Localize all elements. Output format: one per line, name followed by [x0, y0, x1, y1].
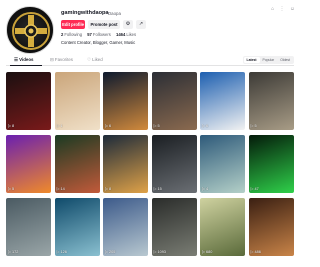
view-count: ▷ 15 — [153, 187, 162, 191]
tab-videos[interactable]: ☰ Videos — [14, 57, 34, 63]
video-thumbnail[interactable]: ▷ 6 — [103, 72, 148, 130]
view-count: ▷ 5 — [250, 124, 257, 128]
favorites-tab-icon: ⊟ — [50, 57, 54, 62]
profile-icon[interactable]: ☺ — [290, 6, 295, 12]
view-count: ▷ 4 — [202, 187, 209, 191]
liked-tab-icon: ♡ — [87, 57, 91, 62]
view-count: ▷ 8 — [105, 187, 112, 191]
view-count: ▷ 205 — [105, 250, 116, 254]
settings-icon[interactable]: ⚙ — [123, 20, 133, 29]
video-thumbnail[interactable]: ▷ 8 — [6, 72, 51, 130]
view-count: ▷ 486 — [250, 250, 261, 254]
video-thumbnail[interactable]: ▷ 486 — [248, 198, 294, 256]
promote-post-button[interactable]: Promote post — [88, 20, 120, 29]
following-stat[interactable]: 2Following — [61, 32, 82, 37]
view-count: ▷ 5 — [8, 187, 15, 191]
view-count: ▷ 126 — [56, 250, 67, 254]
home-icon[interactable]: ⌂ — [271, 6, 274, 12]
video-thumbnail[interactable]: ▷ 15 — [151, 135, 197, 193]
profile-stats: 2Following 57Followers 1464Likes — [61, 32, 140, 37]
video-thumbnail[interactable]: ▷ 205 — [103, 198, 148, 256]
view-count: ▷ 1093 — [153, 250, 166, 254]
video-thumbnail[interactable]: ▷ 5 — [6, 135, 51, 193]
video-thumbnail[interactable]: ▷ 5 — [248, 72, 294, 130]
view-count: ▷ 47 — [250, 187, 259, 191]
more-icon[interactable]: ⋮ — [280, 6, 285, 12]
video-thumbnail[interactable]: ▷ 172 — [6, 198, 51, 256]
video-thumbnail[interactable]: ▷ 6 — [200, 72, 245, 130]
video-thumbnail[interactable]: ▷ 126 — [54, 198, 100, 256]
view-count: ▷ 6 — [105, 124, 112, 128]
share-icon[interactable]: ↗ — [136, 20, 146, 29]
sort-latest[interactable]: Latest — [243, 57, 260, 63]
sort-popular[interactable]: Popular — [260, 57, 278, 63]
sort-oldest[interactable]: Oldest — [277, 57, 293, 63]
videos-tab-icon: ☰ — [14, 57, 18, 62]
video-thumbnail[interactable]: ▷ 5 — [151, 72, 197, 130]
likes-stat: 1464Likes — [115, 32, 137, 37]
edit-profile-button[interactable]: Edit profile — [61, 20, 85, 29]
view-count: ▷ 6 — [202, 124, 209, 128]
video-thumbnail[interactable]: ▷ 1 — [54, 72, 100, 130]
view-count: ▷ 5 — [153, 124, 160, 128]
followers-stat[interactable]: 57Followers — [87, 32, 111, 37]
profile-nickname: Daopa — [108, 11, 121, 16]
view-count: ▷ 172 — [8, 250, 19, 254]
video-thumbnail[interactable]: ▷ 680 — [200, 198, 245, 256]
sort-toggle: Latest Popular Oldest — [242, 56, 294, 64]
avatar[interactable] — [6, 6, 54, 54]
active-tab-indicator — [10, 64, 42, 66]
golden-cross-emblem-icon — [12, 12, 50, 50]
video-thumbnail[interactable]: ▷ 4 — [200, 135, 245, 193]
video-thumbnail[interactable]: ▷ 8 — [103, 135, 148, 193]
video-thumbnail[interactable]: ▷ 1093 — [151, 198, 197, 256]
profile-username: gamingwithdaopa — [61, 10, 109, 16]
view-count: ▷ 8 — [8, 124, 15, 128]
top-right-icons: ⌂ ⋮ ☺ — [267, 6, 295, 12]
tab-favorites[interactable]: ⊟ Favorites — [50, 57, 73, 63]
video-thumbnail[interactable]: ▷ 14 — [54, 135, 100, 193]
profile-bio: Content Creator, Blogger, Gamer, Music — [61, 40, 136, 45]
view-count: ▷ 680 — [202, 250, 213, 254]
view-count: ▷ 1 — [56, 124, 63, 128]
tab-liked[interactable]: ♡ Liked — [87, 57, 103, 63]
view-count: ▷ 14 — [56, 187, 65, 191]
video-thumbnail[interactable]: ▷ 47 — [248, 135, 294, 193]
